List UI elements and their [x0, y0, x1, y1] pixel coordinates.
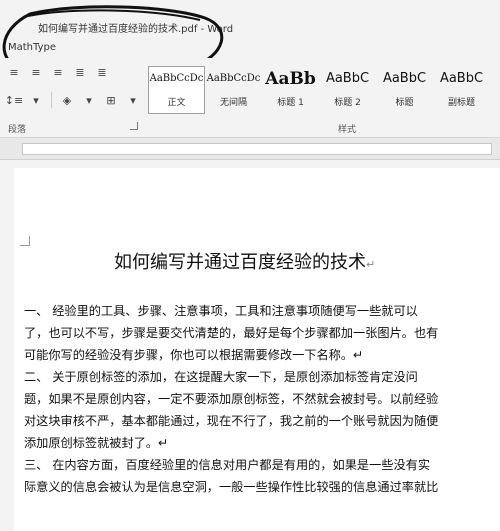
- align-left-icon[interactable]: ≡: [4, 64, 24, 80]
- style-heading-2[interactable]: AaBbC 标题 2: [319, 66, 376, 114]
- paragraph-mark: ↵: [366, 258, 376, 271]
- ruler-bar[interactable]: [22, 143, 492, 155]
- ruler: [0, 138, 500, 160]
- paragraph-row-2: ↕≡ ▾ ◈ ▾ ⊞ ▾: [4, 92, 143, 108]
- style-preview: AaBbC: [439, 71, 484, 86]
- style-name: 副标题: [447, 98, 475, 108]
- style-name: 正文: [167, 98, 186, 108]
- style-heading-1[interactable]: AaBb 标题 1: [262, 66, 319, 114]
- margin-corner-mark: [20, 236, 30, 246]
- style-preview: AaBbC: [382, 71, 427, 86]
- chevron-down-icon[interactable]: ▾: [123, 92, 143, 108]
- style-name: 标题: [395, 98, 414, 108]
- style-name: 无间隔: [219, 98, 247, 108]
- justify-icon[interactable]: ≣: [70, 64, 90, 80]
- document-title-text: 如何编写并通过百度经验的技术: [114, 252, 366, 273]
- document-title: 如何编写并通过百度经验的技术↵: [114, 248, 375, 274]
- title-bar: 如何编写并通过百度经验的技术.pdf - Word: [0, 0, 500, 38]
- style-name: 标题 1: [277, 98, 304, 108]
- chevron-down-icon[interactable]: ▾: [79, 92, 99, 108]
- body-line: 对这块审核不严，基本都能通过，现在不行了，我之前的一个账号就因为随便: [24, 414, 439, 428]
- shading-icon[interactable]: ◈: [57, 92, 77, 108]
- ribbon: ≡ ≡ ≡ ≣ ≣ ↕≡ ▾ ◈ ▾ ⊞ ▾ AaBbCcDc 正文 AaBbC…: [0, 58, 500, 138]
- body-line: 题，如果不是原创内容，一定不要添加原创标签，不然就会被封号。以前经验: [24, 392, 439, 406]
- window-title: 如何编写并通过百度经验的技术.pdf - Word: [38, 24, 234, 35]
- body-line: 可能你写的经验没有步骤，你也可以根据需要修改一下名称。↵: [24, 348, 364, 362]
- style-subtitle[interactable]: AaBbC 副标题: [433, 66, 490, 114]
- distributed-icon[interactable]: ≣: [92, 64, 112, 80]
- styles-group-label: 样式: [338, 125, 357, 135]
- style-preview: AaBbCcDc: [149, 73, 204, 84]
- tab-mathtype[interactable]: MathType: [8, 42, 56, 53]
- body-line: 际意义的信息会被认为是信息空洞，一般一些操作性比较强的信息通过率就比: [24, 480, 439, 494]
- document-body: 一、 经验里的工具、步骤、注意事项，工具和注意事项随便写一些就可以 了，也可以不…: [24, 300, 484, 498]
- align-right-icon[interactable]: ≡: [48, 64, 68, 80]
- paragraph-row-1: ≡ ≡ ≡ ≣ ≣: [4, 64, 112, 80]
- body-line: 三、 在内容方面，百度经验里的信息对用户都是有用的，如果是一些没有实: [24, 458, 431, 472]
- style-title[interactable]: AaBbC 标题: [376, 66, 433, 114]
- styles-gallery: AaBbCcDc 正文 AaBbCcDc 无间隔 AaBb 标题 1 AaBbC…: [148, 66, 492, 114]
- chevron-down-icon[interactable]: ▾: [26, 92, 46, 108]
- style-normal[interactable]: AaBbCcDc 正文: [148, 66, 205, 114]
- paragraph-group-label: 段落: [8, 125, 27, 135]
- body-line: 二、 关于原创标签的添加，在这提醒大家一下，是原创添加标签肯定没问: [24, 370, 418, 384]
- style-name: 标题 2: [334, 98, 361, 108]
- line-spacing-icon[interactable]: ↕≡: [4, 92, 24, 108]
- document-page[interactable]: 如何编写并通过百度经验的技术↵ 一、 经验里的工具、步骤、注意事项，工具和注意事…: [14, 168, 500, 531]
- body-line: 一、 经验里的工具、步骤、注意事项，工具和注意事项随便写一些就可以: [24, 304, 418, 318]
- style-preview: AaBbC: [325, 71, 370, 86]
- style-preview: AaBb: [265, 69, 316, 89]
- body-line: 添加原创标签就被封了。↵: [24, 436, 169, 450]
- body-line: 了，也可以不写，步骤是要交代清楚的，最好是每个步骤都加一张图片。也有: [24, 326, 439, 340]
- paragraph-dialog-launcher-icon[interactable]: [130, 122, 138, 130]
- align-center-icon[interactable]: ≡: [26, 64, 46, 80]
- borders-icon[interactable]: ⊞: [101, 92, 121, 108]
- style-preview: AaBbCcDc: [206, 73, 261, 84]
- style-no-spacing[interactable]: AaBbCcDc 无间隔: [205, 66, 262, 114]
- separator: [51, 92, 52, 108]
